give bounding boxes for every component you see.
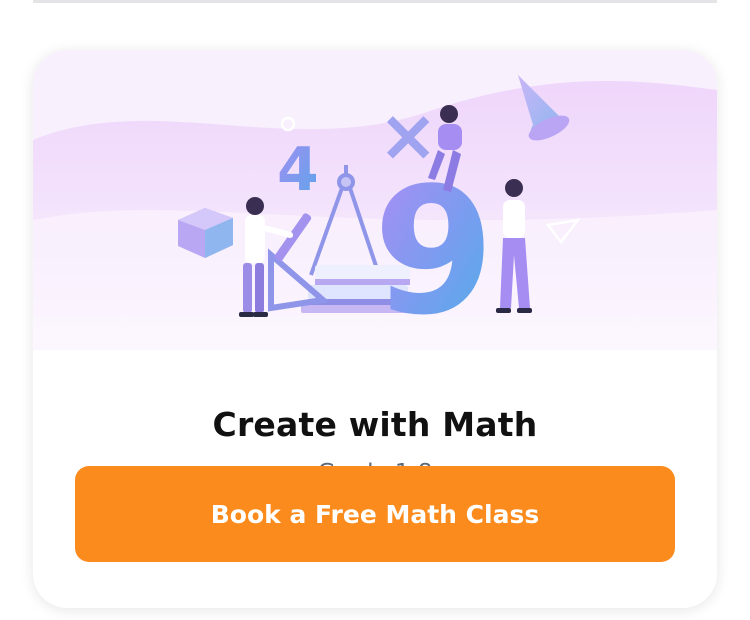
course-card[interactable]: 4 × 9 Create with Math Book a Free Math …	[33, 50, 717, 608]
digit-four: 4	[277, 135, 319, 205]
course-title: Create with Math	[212, 405, 538, 444]
top-divider	[33, 0, 717, 3]
course-illustration: 4 × 9	[33, 50, 717, 350]
book-free-class-button[interactable]: Book a Free Math Class	[75, 466, 675, 562]
digit-nine: 9	[373, 151, 495, 350]
